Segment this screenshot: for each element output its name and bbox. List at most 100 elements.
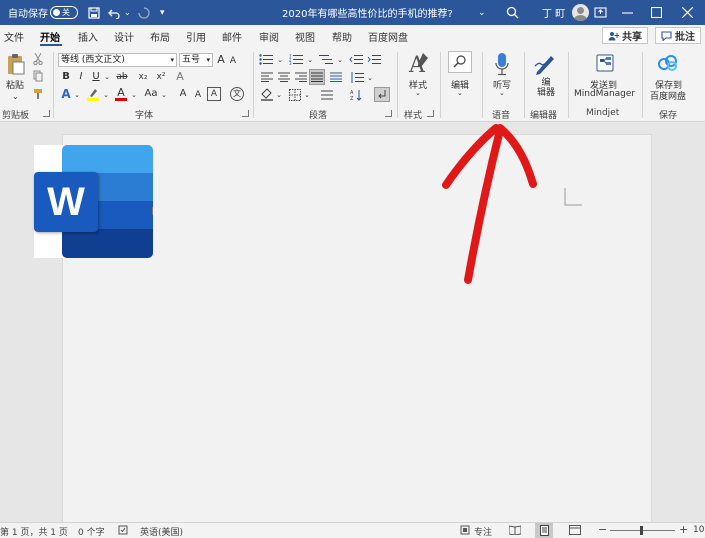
- zoom-out-button[interactable]: −: [598, 523, 607, 536]
- font-name-select[interactable]: 等线 (西文正文) ▾: [58, 53, 177, 67]
- focus-icon[interactable]: [460, 525, 470, 538]
- tab-design[interactable]: 设计: [114, 29, 134, 44]
- ribbon-display-icon[interactable]: [594, 0, 607, 25]
- subscript-button[interactable]: x₂: [136, 71, 150, 83]
- print-layout-icon[interactable]: [535, 523, 553, 538]
- bullets-dropdown-icon[interactable]: ⌄: [274, 54, 286, 66]
- avatar[interactable]: [572, 0, 589, 25]
- editing-button[interactable]: [448, 51, 472, 73]
- character-border-button[interactable]: A: [207, 87, 221, 101]
- autosave-toggle[interactable]: 关: [50, 6, 78, 19]
- close-icon[interactable]: [682, 0, 693, 25]
- language[interactable]: 英语(美国): [140, 525, 183, 538]
- line-spacing-dropdown-icon[interactable]: ⌄: [364, 72, 376, 84]
- bullets-icon[interactable]: [258, 53, 274, 65]
- styles-launcher-icon[interactable]: [427, 110, 434, 117]
- minimize-icon[interactable]: [622, 0, 633, 25]
- align-right-icon[interactable]: [294, 71, 307, 83]
- editor-button[interactable]: [533, 51, 557, 77]
- sort-icon[interactable]: AZ: [349, 88, 362, 101]
- highlight-dropdown-icon[interactable]: ⌄: [100, 89, 112, 101]
- zoom-slider[interactable]: [610, 526, 675, 535]
- tab-file[interactable]: 文件: [4, 29, 24, 44]
- mindmanager-label-2[interactable]: MindManager: [574, 89, 635, 99]
- web-layout-icon[interactable]: [569, 525, 581, 538]
- decrease-indent-icon[interactable]: [349, 53, 363, 65]
- zoom-level[interactable]: 10: [693, 525, 704, 535]
- tab-layout[interactable]: 布局: [150, 29, 170, 44]
- shrink-font-2-button[interactable]: A: [192, 89, 204, 101]
- underline-dropdown-icon[interactable]: ⌄: [101, 71, 113, 83]
- undo-icon[interactable]: [108, 0, 121, 25]
- clear-format-button[interactable]: A: [174, 71, 186, 83]
- styles-dropdown-icon[interactable]: ⌄: [415, 89, 421, 97]
- numbering-dropdown-icon[interactable]: ⌄: [304, 54, 316, 66]
- share-button[interactable]: 共享: [602, 27, 648, 44]
- tab-insert[interactable]: 插入: [78, 29, 98, 44]
- change-case-dropdown-icon[interactable]: ⌄: [158, 89, 170, 101]
- undo-dropdown-icon[interactable]: ⌄: [124, 0, 131, 25]
- shrink-font-button[interactable]: A: [227, 55, 239, 67]
- bold-button[interactable]: B: [60, 71, 72, 83]
- font-color-button[interactable]: A: [114, 87, 128, 101]
- paragraph-launcher-icon[interactable]: [385, 110, 392, 117]
- increase-indent-icon[interactable]: [367, 53, 381, 65]
- tab-home[interactable]: 开始: [40, 29, 60, 44]
- dictate-button[interactable]: [494, 51, 510, 77]
- chinese-layout-icon[interactable]: [320, 88, 333, 101]
- tab-help[interactable]: 帮助: [332, 29, 352, 44]
- tab-review[interactable]: 审阅: [259, 29, 279, 44]
- baidu-save-label-2[interactable]: 百度网盘: [650, 89, 686, 102]
- copy-icon[interactable]: [33, 70, 43, 82]
- superscript-button[interactable]: x²: [154, 71, 168, 83]
- numbering-icon[interactable]: 123: [288, 53, 304, 65]
- shading-icon[interactable]: [260, 88, 274, 101]
- justify-icon[interactable]: [309, 69, 325, 85]
- text-effects-dropdown-icon[interactable]: ⌄: [71, 89, 83, 101]
- grow-font-button[interactable]: A: [215, 54, 227, 66]
- enclosed-char-button[interactable]: 文: [230, 87, 244, 101]
- line-spacing-icon[interactable]: [350, 71, 364, 83]
- borders-dropdown-icon[interactable]: ⌄: [301, 89, 313, 101]
- tab-references[interactable]: 引用: [186, 29, 206, 44]
- autosave-toggle-wrap[interactable]: 关: [50, 0, 78, 25]
- tab-mailings[interactable]: 邮件: [222, 29, 242, 44]
- proofing-icon[interactable]: [118, 525, 128, 538]
- paste-button[interactable]: [6, 53, 26, 75]
- font-launcher-icon[interactable]: [242, 110, 249, 117]
- mindmanager-button[interactable]: [593, 51, 617, 75]
- cut-icon[interactable]: [33, 53, 43, 65]
- multilevel-list-icon[interactable]: [318, 53, 334, 65]
- maximize-icon[interactable]: [651, 0, 662, 25]
- paste-dropdown-icon[interactable]: ⌄: [12, 92, 19, 101]
- page-info[interactable]: 第 1 页，共 1 页: [0, 525, 68, 538]
- dictate-dropdown-icon[interactable]: ⌄: [499, 89, 505, 97]
- editor-label[interactable]: 编 辑器: [537, 78, 555, 98]
- customize-qat-icon[interactable]: ▾: [160, 0, 165, 25]
- focus-label[interactable]: 专注: [474, 525, 492, 538]
- tab-view[interactable]: 视图: [295, 29, 315, 44]
- multilevel-dropdown-icon[interactable]: ⌄: [334, 54, 346, 66]
- show-marks-icon[interactable]: [374, 87, 390, 102]
- read-mode-icon[interactable]: [508, 525, 522, 538]
- title-dropdown-icon[interactable]: ⌄: [478, 0, 486, 25]
- zoom-in-button[interactable]: +: [679, 523, 688, 536]
- tab-baidu-netdisk[interactable]: 百度网盘: [368, 29, 408, 44]
- grow-font-2-button[interactable]: A: [177, 88, 189, 100]
- search-icon[interactable]: [506, 0, 519, 25]
- font-color-dropdown-icon[interactable]: ⌄: [128, 89, 140, 101]
- distributed-icon[interactable]: [329, 71, 342, 83]
- italic-button[interactable]: I: [75, 71, 87, 83]
- styles-gallery-icon[interactable]: A: [407, 51, 429, 77]
- baidu-save-button[interactable]: [656, 53, 680, 73]
- align-left-icon[interactable]: [260, 71, 273, 83]
- strikethrough-button[interactable]: ab: [114, 71, 130, 83]
- user-name[interactable]: 丁 町: [542, 0, 565, 25]
- word-count[interactable]: 0 个字: [78, 525, 105, 538]
- borders-icon[interactable]: [288, 88, 301, 101]
- save-icon[interactable]: [88, 0, 100, 25]
- clipboard-launcher-icon[interactable]: [43, 110, 50, 117]
- highlight-button[interactable]: [86, 87, 100, 101]
- format-painter-icon[interactable]: [33, 88, 44, 100]
- zoom-slider-thumb[interactable]: [640, 526, 643, 535]
